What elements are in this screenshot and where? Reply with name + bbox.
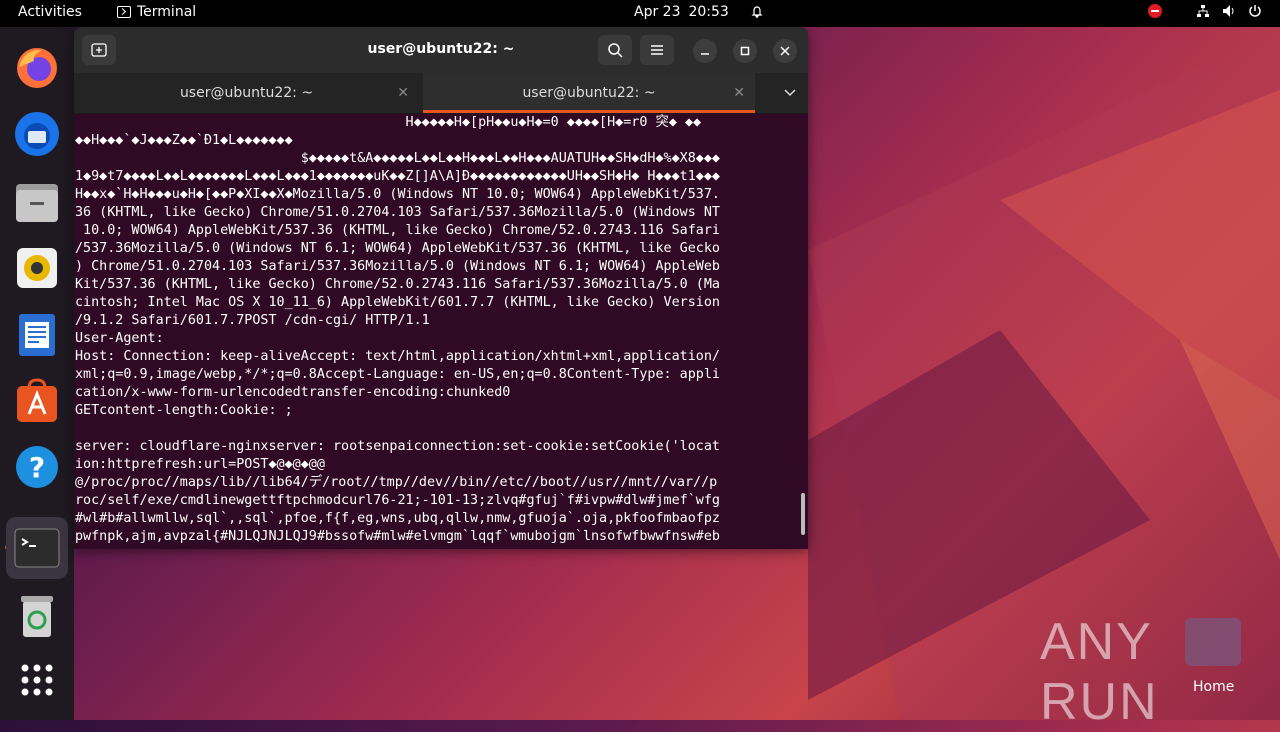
top-bar: Activities Terminal Apr 23 20:53 bbox=[0, 0, 1280, 27]
writer-icon bbox=[19, 314, 55, 356]
svg-text:?: ? bbox=[29, 451, 45, 484]
network-icon bbox=[1197, 5, 1209, 17]
terminal-line: GETcontent-length:Cookie: ; bbox=[75, 403, 293, 418]
app-name: Terminal bbox=[137, 4, 197, 20]
terminal-line: server: cloudflare-nginxserver: rootsenp… bbox=[75, 439, 720, 454]
system-tray[interactable] bbox=[1148, 4, 1280, 18]
close-icon bbox=[780, 46, 790, 56]
header-bar: user@ubuntu22: ~ bbox=[74, 27, 808, 73]
terminal-line: pwfnpk,ajm,avpzal{#NJLQJNJLQJ9#bssofw#ml… bbox=[75, 529, 720, 544]
activities-button[interactable]: Activities bbox=[18, 4, 82, 20]
tab-label: user@ubuntu22: ~ bbox=[179, 85, 314, 101]
tab-bar: user@ubuntu22: ~ ✕ user@ubuntu22: ~ ✕ bbox=[74, 73, 808, 114]
stop-icon[interactable] bbox=[1148, 4, 1162, 18]
maximize-button[interactable] bbox=[733, 39, 757, 63]
terminal-line: Kit/537.36 (KHTML, like Gecko) Chrome/52… bbox=[75, 277, 720, 292]
files-launcher[interactable] bbox=[12, 177, 62, 227]
terminal-line: ) Chrome/51.0.2704.103 Safari/537.36Mozi… bbox=[75, 259, 720, 274]
terminal-icon bbox=[14, 528, 60, 568]
close-button[interactable] bbox=[773, 39, 797, 63]
terminal-line: H◆◆◆◆◆H◆[pH◆◆u◆H◆=0 ◆◆◆◆[H◆=r0 突◆ ◆◆ bbox=[75, 115, 702, 130]
rhythmbox-launcher[interactable] bbox=[12, 243, 62, 293]
menu-button[interactable] bbox=[640, 35, 674, 65]
terminal-line: Host: Connection: keep-aliveAccept: text… bbox=[75, 349, 720, 364]
terminal-line: ◆◆H◆◆◆`◆J◆◆◆Z◆◆`Ð1◆L◆◆◆◆◆◆◆ bbox=[75, 133, 293, 148]
terminal-line: #wl#b#allwmllw,sql`,,sql`,pfoe,f{f,eg,wn… bbox=[75, 511, 720, 526]
tab-close-icon[interactable]: ✕ bbox=[397, 85, 409, 101]
trash-launcher[interactable] bbox=[12, 591, 62, 641]
terminal-output[interactable]: H◆◆◆◆◆H◆[pH◆◆u◆H◆=0 ◆◆◆◆[H◆=r0 突◆ ◆◆ ◆◆H◆… bbox=[74, 114, 808, 549]
terminal-line: cation/x-www-form-urlencodedtransfer-enc… bbox=[75, 385, 511, 400]
clock-date: Apr 23 bbox=[634, 4, 681, 20]
clock-time: 20:53 bbox=[688, 4, 729, 20]
thunderbird-icon bbox=[15, 112, 59, 156]
power-icon bbox=[1249, 5, 1261, 17]
hamburger-icon bbox=[651, 45, 663, 55]
dock: ? bbox=[0, 27, 74, 720]
thunderbird-launcher[interactable] bbox=[12, 109, 62, 159]
tab-1[interactable]: user@ubuntu22: ~ ✕ bbox=[74, 73, 419, 113]
terminal-line: xml;q=0.9,image/webp,*/*;q=0.8Accept-Lan… bbox=[75, 367, 720, 382]
terminal-line: @/proc/proc//maps/lib//lib64/デ/root//tmp… bbox=[75, 475, 718, 490]
terminal-line: $◆◆◆◆◆t&A◆◆◆◆◆L◆◆L◆◆H◆◆◆L◆◆H◆◆◆AUATUH◆◆S… bbox=[75, 151, 720, 166]
rhythmbox-icon bbox=[17, 248, 57, 288]
show-apps-button[interactable] bbox=[12, 655, 62, 705]
terminal-icon bbox=[117, 6, 131, 18]
tab-label: user@ubuntu22: ~ bbox=[522, 85, 656, 101]
terminal-line: /9.1.2 Safari/601.7.7POST /cdn-cgi/ HTTP… bbox=[75, 313, 430, 328]
terminal-line: User-Agent: bbox=[75, 331, 164, 346]
grid-icon bbox=[21, 664, 53, 696]
minimize-button[interactable] bbox=[693, 39, 717, 63]
chevron-down-icon bbox=[784, 89, 796, 97]
help-icon: ? bbox=[16, 446, 58, 488]
terminal-line: 10.0; WOW64) AppleWebKit/537.36 (KHTML, … bbox=[75, 223, 720, 238]
search-button[interactable] bbox=[598, 35, 632, 65]
maximize-icon bbox=[740, 46, 750, 56]
tab-list-button[interactable] bbox=[784, 85, 796, 101]
writer-launcher[interactable] bbox=[12, 310, 62, 360]
home-label[interactable]: Home bbox=[1193, 679, 1234, 695]
app-center-icon bbox=[17, 378, 57, 422]
bell-icon bbox=[751, 6, 763, 18]
terminal-line: /537.36Mozilla/5.0 (Windows NT 6.1; WOW6… bbox=[75, 241, 720, 256]
terminal-line: 1◆9◆t7◆◆◆◆L◆◆L◆◆◆◆◆◆◆L◆◆◆L◆◆◆1◆◆◆◆◆◆◆uK◆… bbox=[75, 169, 720, 184]
terminal-line: ion:httprefresh:url=POST◆@◆@◆@@ bbox=[75, 457, 325, 472]
terminal-window: user@ubuntu22: ~ user@ubuntu22: ~ ✕ user… bbox=[74, 27, 808, 549]
firefox-icon bbox=[17, 48, 57, 88]
terminal-line: cintosh; Intel Mac OS X 10_11_6) AppleWe… bbox=[75, 295, 720, 310]
terminal-launcher[interactable] bbox=[6, 517, 68, 579]
scrollbar[interactable] bbox=[801, 493, 805, 535]
app-menu[interactable]: Terminal bbox=[117, 4, 196, 20]
minimize-icon bbox=[701, 53, 709, 55]
terminal-line: H◆◆x◆`H◆H◆◆◆u◆H◆[◆◆P◆XI◆◆X◆Mozilla/5.0 (… bbox=[75, 187, 720, 202]
volume-icon bbox=[1223, 5, 1234, 17]
files-icon bbox=[16, 184, 58, 222]
terminal-line: 36 (KHTML, like Gecko) Chrome/51.0.2704.… bbox=[75, 205, 720, 220]
clock[interactable]: Apr 23 20:53 bbox=[634, 4, 763, 20]
search-icon bbox=[608, 43, 623, 58]
tab-close-icon[interactable]: ✕ bbox=[733, 85, 745, 101]
app-center-launcher[interactable] bbox=[12, 376, 62, 426]
help-launcher[interactable]: ? bbox=[12, 442, 62, 492]
trash-icon bbox=[21, 596, 53, 637]
tab-2[interactable]: user@ubuntu22: ~ ✕ bbox=[423, 73, 755, 113]
watermark: ANY RUN bbox=[1040, 613, 1159, 731]
firefox-launcher[interactable] bbox=[12, 43, 62, 93]
terminal-line: roc/self/exe/cmdlinewgettftpchmodcurl76-… bbox=[75, 493, 720, 508]
